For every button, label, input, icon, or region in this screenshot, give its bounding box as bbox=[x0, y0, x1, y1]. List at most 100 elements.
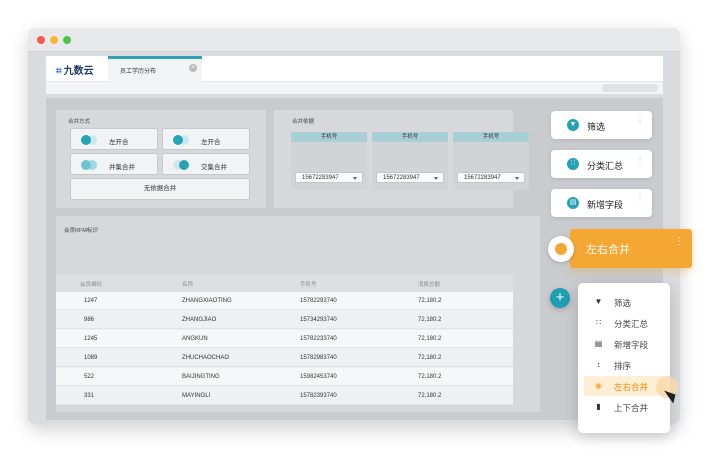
table-cell: 72,180.2 bbox=[418, 374, 442, 380]
table-cell: 15782233740 bbox=[300, 336, 337, 342]
tab-close-icon[interactable]: × bbox=[189, 64, 197, 72]
table-cell: 15782983740 bbox=[300, 355, 337, 361]
step-label: 筛选 bbox=[587, 122, 606, 132]
column-header: 名称 bbox=[182, 282, 194, 288]
phone-select-2[interactable]: 15672283947 bbox=[376, 172, 444, 183]
sort-icon: ↕ bbox=[596, 360, 601, 369]
maximize-window-button[interactable] bbox=[63, 36, 71, 44]
table-row[interactable]: 986 ZHANGJIAO 15734293740 72,180.2 bbox=[56, 311, 513, 329]
option-left-open-2[interactable]: 左开合 bbox=[162, 128, 250, 150]
grid-icon: ∷ bbox=[567, 158, 579, 170]
minimize-window-button[interactable] bbox=[50, 36, 58, 44]
basis-column-3: 手机号 15672283947 bbox=[453, 132, 529, 190]
menu-item-top-bottom-merge[interactable]: ▮ 上下合并 bbox=[584, 397, 664, 417]
close-window-button[interactable] bbox=[37, 36, 45, 44]
field-icon: ▤ bbox=[567, 197, 579, 209]
table-cell: ZHANGXIAOTING bbox=[182, 298, 232, 304]
option-label: 无依据合并 bbox=[143, 185, 177, 192]
menu-item-label: 分类汇总 bbox=[614, 319, 649, 329]
step-add-field[interactable]: ▤ 新增字段 ⋮ bbox=[551, 189, 652, 217]
merge-lr-icon bbox=[555, 243, 567, 255]
menu-item-filter[interactable]: ▼ 筛选 bbox=[584, 292, 664, 312]
phone-select-3[interactable]: 15672283947 bbox=[457, 172, 525, 183]
merge-lr-icon: ◉ bbox=[595, 381, 602, 390]
table-row[interactable]: 331 MAYINGLI 15782393740 72,180.2 bbox=[56, 387, 513, 405]
select-value: 15672283947 bbox=[464, 175, 501, 181]
column-header: 手机号 bbox=[372, 132, 448, 142]
merge-step-badge bbox=[548, 236, 574, 262]
table-header: 会员编码 名称 手机号 消费总额 bbox=[56, 274, 513, 292]
tab-label: 员工学历分布 bbox=[120, 69, 157, 75]
basis-column-2: 手机号 15672283947 bbox=[372, 132, 448, 190]
rfm-table: 会员编码 名称 手机号 消费总额 1247 ZHANGXIAOTING 1578… bbox=[56, 274, 513, 405]
step-group-summary[interactable]: ∷ 分类汇总 ⋮ bbox=[551, 150, 652, 178]
table-cell: 1245 bbox=[84, 336, 98, 342]
table-cell: 15734293740 bbox=[300, 317, 337, 323]
select-value: 15672283947 bbox=[302, 175, 339, 181]
step-filter[interactable]: ▼ 筛选 ⋮ bbox=[551, 111, 652, 139]
table-cell: 15782393740 bbox=[300, 393, 337, 399]
table-cell: 522 bbox=[84, 374, 95, 380]
column-header: 手机号 bbox=[300, 282, 317, 288]
merge-tb-icon: ▮ bbox=[596, 402, 601, 411]
venn-intersect-icon bbox=[173, 160, 189, 170]
table-cell: 72,180.2 bbox=[418, 393, 442, 399]
venn-left-icon bbox=[173, 135, 189, 145]
grid-icon: ∷ bbox=[595, 318, 602, 327]
option-label: 左开合 bbox=[201, 139, 221, 146]
more-icon[interactable]: ⋮ bbox=[674, 237, 684, 247]
more-icon[interactable]: ⋮ bbox=[636, 195, 644, 203]
add-step-button[interactable]: + bbox=[550, 288, 570, 308]
table-cell: 72,180.2 bbox=[418, 355, 442, 361]
option-no-basis-merge[interactable]: 无依据合并 bbox=[70, 178, 250, 200]
menu-item-label: 筛选 bbox=[614, 298, 632, 308]
option-label: 左开合 bbox=[109, 139, 129, 146]
tab-employee-education[interactable]: 员工学历分布 × bbox=[108, 56, 202, 82]
add-step-menu: ▼ 筛选 ∷ 分类汇总 ▤ 新增字段 ↕ 排序 ◉ 左右合并 ▮ 上下合并 bbox=[578, 283, 670, 433]
column-header: 会员编码 bbox=[80, 282, 103, 288]
column-header: 手机号 bbox=[291, 132, 367, 142]
table-cell: 1247 bbox=[84, 298, 98, 304]
menu-item-sort[interactable]: ↕ 排序 bbox=[584, 355, 664, 375]
table-cell: 72,180.2 bbox=[418, 317, 442, 323]
option-label: 交集合并 bbox=[201, 164, 227, 171]
table-cell: BAIJINGTING bbox=[182, 374, 220, 380]
option-intersect-merge[interactable]: 交集合并 bbox=[162, 153, 250, 175]
merge-basis-title: 合并依据 bbox=[292, 119, 315, 125]
logo-text: 九数云 bbox=[63, 66, 94, 77]
column-header: 手机号 bbox=[453, 132, 529, 142]
menu-item-label: 左右合并 bbox=[614, 382, 649, 392]
menu-item-group-summary[interactable]: ∷ 分类汇总 bbox=[584, 313, 664, 333]
menu-item-left-right-merge[interactable]: ◉ 左右合并 bbox=[584, 376, 664, 396]
step-label: 分类汇总 bbox=[587, 161, 624, 171]
venn-union-icon bbox=[81, 160, 97, 170]
chevron-down-icon bbox=[353, 177, 357, 180]
table-row[interactable]: 1245 ANGKUN 15782233740 72,180.2 bbox=[56, 330, 513, 348]
step-left-right-merge[interactable]: 左右合并 ⋮ bbox=[570, 229, 692, 268]
option-union-merge[interactable]: 并集合并 bbox=[70, 153, 158, 175]
menu-item-label: 新增字段 bbox=[614, 340, 649, 350]
table-cell: 331 bbox=[84, 393, 95, 399]
table-cell: 1089 bbox=[84, 355, 98, 361]
menu-item-label: 上下合并 bbox=[614, 403, 649, 413]
table-cell: MAYINGLI bbox=[182, 393, 211, 399]
field-icon: ▤ bbox=[594, 339, 603, 348]
table-row[interactable]: 522 BAIJINGTING 15982453740 72,180.2 bbox=[56, 368, 513, 386]
table-cell: 15982453740 bbox=[300, 374, 337, 380]
more-icon[interactable]: ⋮ bbox=[636, 156, 644, 164]
table-cell: ANGKUN bbox=[182, 336, 208, 342]
basis-column-1: 手机号 15672283947 bbox=[291, 132, 367, 190]
logo-icon: ⌗ bbox=[56, 66, 62, 77]
menu-item-add-field[interactable]: ▤ 新增字段 bbox=[584, 334, 664, 354]
chevron-down-icon bbox=[434, 177, 438, 180]
phone-select-1[interactable]: 15672283947 bbox=[295, 172, 363, 183]
logo: ⌗ 九数云 bbox=[56, 62, 94, 77]
select-value: 15672283947 bbox=[383, 175, 420, 181]
table-row[interactable]: 1247 ZHANGXIAOTING 15782293740 72,180.2 bbox=[56, 292, 513, 310]
option-left-open-1[interactable]: 左开合 bbox=[70, 128, 158, 150]
table-row[interactable]: 1089 ZHUCHAOCHAO 15782983740 72,180.2 bbox=[56, 349, 513, 367]
more-icon[interactable]: ⋮ bbox=[636, 117, 644, 125]
venn-left-icon bbox=[81, 135, 97, 145]
window-titlebar bbox=[28, 28, 680, 52]
toolbar bbox=[46, 82, 663, 94]
